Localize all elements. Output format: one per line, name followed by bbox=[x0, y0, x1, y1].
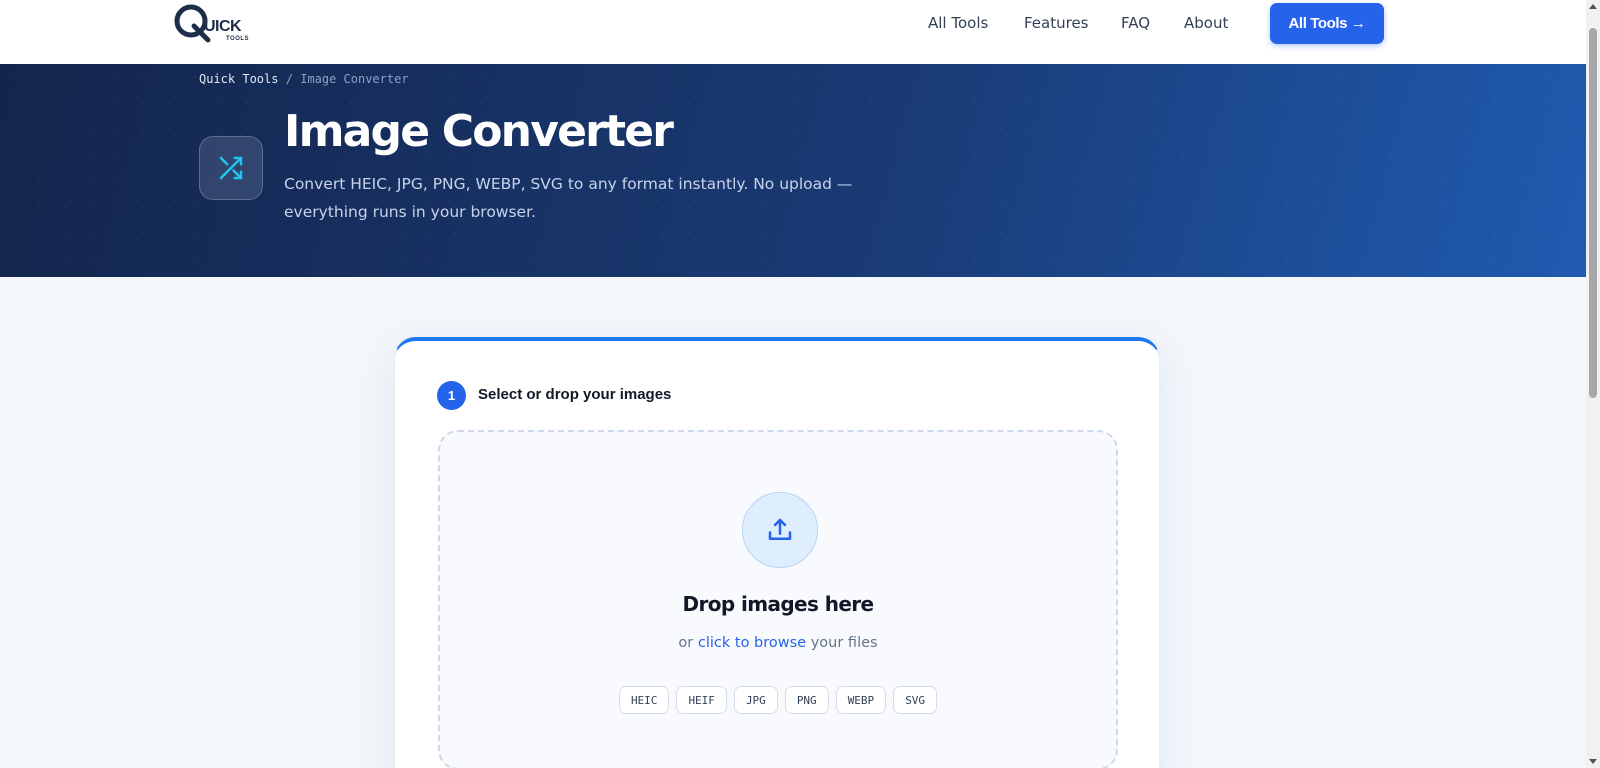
upload-icon bbox=[742, 492, 818, 568]
image-dropzone[interactable]: Drop images here or click to browse your… bbox=[438, 430, 1118, 768]
page-scrollbar[interactable] bbox=[1586, 0, 1600, 768]
dropzone-sub-suffix: your files bbox=[810, 635, 878, 651]
converter-card: 1 Select or drop your images Drop images… bbox=[394, 337, 1160, 768]
scrollbar-thumb[interactable] bbox=[1589, 28, 1597, 398]
format-chip: WEBP bbox=[835, 686, 887, 714]
browse-files-link[interactable]: click to browse bbox=[698, 635, 806, 651]
shuffle-arrows-icon bbox=[199, 136, 263, 200]
logo-subtext: TOOLS bbox=[226, 36, 250, 42]
page-title: Image Converter bbox=[284, 106, 674, 157]
nav-features[interactable]: Features bbox=[1024, 14, 1089, 32]
dropzone-title: Drop images here bbox=[682, 592, 874, 616]
nav-faq[interactable]: FAQ bbox=[1121, 14, 1150, 32]
breadcrumb-separator: / bbox=[285, 72, 293, 86]
logo-word: UICK bbox=[204, 18, 242, 35]
step-title: Select or drop your images bbox=[478, 386, 672, 403]
format-chip: JPG bbox=[733, 686, 778, 714]
breadcrumb: Quick Tools / Image Converter bbox=[199, 72, 409, 86]
quick-tools-logo[interactable]: UICK TOOLS bbox=[172, 2, 262, 44]
step-number-badge: 1 bbox=[437, 381, 466, 410]
page-subtitle: Convert HEIC, JPG, PNG, WEBP, SVG to any… bbox=[284, 175, 853, 221]
scroll-down-arrow-icon[interactable] bbox=[1589, 759, 1597, 764]
hero-banner: Quick Tools / Image Converter Image Conv… bbox=[0, 64, 1586, 277]
nav-about[interactable]: About bbox=[1184, 14, 1228, 32]
breadcrumb-home-link[interactable]: Quick Tools bbox=[199, 72, 278, 86]
dropzone-subtitle: or click to browse your files bbox=[440, 635, 1116, 651]
scroll-up-arrow-icon[interactable] bbox=[1589, 4, 1597, 9]
supported-formats: HEIC HEIF JPG PNG WEBP SVG bbox=[440, 686, 1116, 714]
nav-all-tools[interactable]: All Tools bbox=[928, 14, 988, 32]
format-chip: HEIF bbox=[676, 686, 727, 714]
breadcrumb-current: Image Converter bbox=[300, 72, 409, 86]
dropzone-sub-prefix: or bbox=[678, 635, 694, 651]
format-chip: SVG bbox=[893, 686, 938, 714]
format-chip: HEIC bbox=[618, 686, 670, 714]
all-tools-button[interactable]: All Tools → bbox=[1270, 3, 1384, 44]
format-chip: PNG bbox=[784, 686, 829, 714]
site-header: UICK TOOLS All Tools Features FAQ About … bbox=[0, 0, 1586, 64]
